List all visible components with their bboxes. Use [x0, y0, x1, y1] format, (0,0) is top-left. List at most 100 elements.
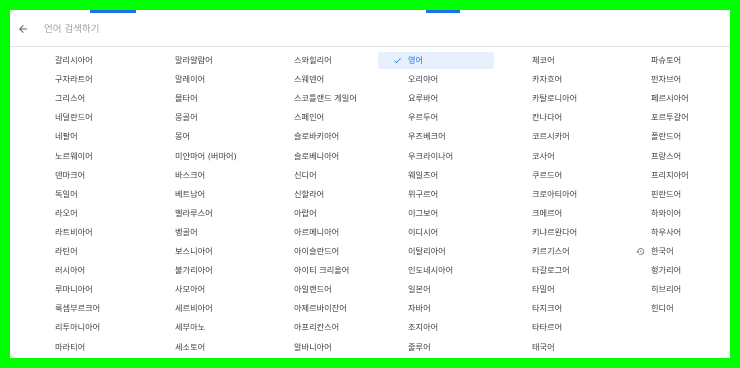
- language-option[interactable]: 타타르어: [502, 319, 618, 336]
- language-option[interactable]: 마라티어: [25, 339, 141, 356]
- language-option[interactable]: 태국어: [502, 339, 618, 356]
- language-option[interactable]: 신디어: [264, 167, 380, 184]
- language-option[interactable]: 이그보어: [378, 205, 494, 222]
- language-option[interactable]: 스코틀랜드 게일어: [264, 90, 380, 107]
- language-option[interactable]: 노르웨이어: [25, 148, 141, 165]
- language-option[interactable]: 조지아어: [378, 319, 494, 336]
- language-option[interactable]: 파슈토어: [621, 52, 730, 69]
- language-option[interactable]: 신할라어: [264, 186, 380, 203]
- language-option[interactable]: 웨일즈어: [378, 167, 494, 184]
- language-option[interactable]: 프리지아어: [621, 167, 730, 184]
- language-option[interactable]: 체코어: [502, 52, 618, 69]
- language-option[interactable]: 페르시아어: [621, 90, 730, 107]
- language-option[interactable]: 슬로베니아어: [264, 148, 380, 165]
- language-option[interactable]: 프랑스어: [621, 148, 730, 165]
- language-option[interactable]: 키르기스어: [502, 243, 618, 260]
- language-option[interactable]: 줄루어: [378, 339, 494, 356]
- language-option[interactable]: 쿠르드어: [502, 167, 618, 184]
- check-icon: [394, 58, 401, 64]
- language-option[interactable]: 타밀어: [502, 281, 618, 298]
- language-option[interactable]: 아이슬란드어: [264, 243, 380, 260]
- language-label: 핀란드어: [651, 188, 682, 199]
- language-option[interactable]: 우르두어: [378, 109, 494, 126]
- language-option[interactable]: 세부아노: [145, 319, 261, 336]
- language-option[interactable]: 스페인어: [264, 109, 380, 126]
- language-option[interactable]: 아일랜드어: [264, 281, 380, 298]
- language-option[interactable]: 위구르어: [378, 186, 494, 203]
- language-option[interactable]: 바스크어: [145, 167, 261, 184]
- language-option[interactable]: 루마니아어: [25, 281, 141, 298]
- language-option[interactable]: 갈리시아어: [25, 52, 141, 69]
- language-option[interactable]: 카자흐어: [502, 71, 618, 88]
- language-option[interactable]: 자바어: [378, 300, 494, 317]
- language-option[interactable]: 몰타어: [145, 90, 261, 107]
- language-label: 이디시어: [408, 226, 439, 237]
- language-option[interactable]: 벨라루스어: [145, 205, 261, 222]
- language-option[interactable]: 크메르어: [502, 205, 618, 222]
- language-option[interactable]: 스와힐리어: [264, 52, 380, 69]
- language-option[interactable]: 힌디어: [621, 300, 730, 317]
- language-option[interactable]: 러시아어: [25, 262, 141, 279]
- language-option[interactable]: 아랍어: [264, 205, 380, 222]
- language-option[interactable]: 포르투갈어: [621, 109, 730, 126]
- language-option-selected[interactable]: 영어: [378, 52, 494, 69]
- language-option[interactable]: 이디시어: [378, 224, 494, 241]
- language-option[interactable]: 요루바어: [378, 90, 494, 107]
- back-button[interactable]: [12, 18, 34, 40]
- language-option[interactable]: 라오어: [25, 205, 141, 222]
- language-option[interactable]: 말레이어: [145, 71, 261, 88]
- language-option[interactable]: 사모아어: [145, 281, 261, 298]
- language-option[interactable]: 우크라이나어: [378, 148, 494, 165]
- language-search-input[interactable]: [44, 20, 444, 38]
- language-option[interactable]: 알바니아어: [264, 339, 380, 356]
- language-option[interactable]: 덴마크어: [25, 167, 141, 184]
- language-option[interactable]: 아프리칸스어: [264, 319, 380, 336]
- language-option[interactable]: 베트남어: [145, 186, 261, 203]
- language-option[interactable]: 일본어: [378, 281, 494, 298]
- language-option[interactable]: 우즈베크어: [378, 128, 494, 145]
- language-option[interactable]: 폴란드어: [621, 128, 730, 145]
- language-option[interactable]: 스웨덴어: [264, 71, 380, 88]
- language-option[interactable]: 몽골어: [145, 109, 261, 126]
- language-option[interactable]: 룩셈부르크어: [25, 300, 141, 317]
- language-option[interactable]: 슬로바키아어: [264, 128, 380, 145]
- language-option[interactable]: 라틴어: [25, 243, 141, 260]
- language-option[interactable]: 헝가리어: [621, 262, 730, 279]
- language-option[interactable]: 펀자브어: [621, 71, 730, 88]
- language-option[interactable]: 리투아니아어: [25, 319, 141, 336]
- language-option[interactable]: 카탈로니아어: [502, 90, 618, 107]
- language-option[interactable]: 타지크어: [502, 300, 618, 317]
- language-option[interactable]: 오리야어: [378, 71, 494, 88]
- language-option[interactable]: 미얀마어 (버마어): [145, 148, 261, 165]
- language-label: 신디어: [294, 169, 317, 180]
- language-option[interactable]: 세소토어: [145, 339, 261, 356]
- language-option[interactable]: 코사어: [502, 148, 618, 165]
- language-option[interactable]: 코르시카어: [502, 128, 618, 145]
- language-option[interactable]: 그리스어: [25, 90, 141, 107]
- language-option[interactable]: 라트비아어: [25, 224, 141, 241]
- language-option[interactable]: 핀란드어: [621, 186, 730, 203]
- language-option[interactable]: 말라얄람어: [145, 52, 261, 69]
- language-option[interactable]: 아제르바이잔어: [264, 300, 380, 317]
- language-option[interactable]: 한국어: [621, 243, 730, 260]
- language-option[interactable]: 타갈로그어: [502, 262, 618, 279]
- language-option[interactable]: 아이티 크리올어: [264, 262, 380, 279]
- language-option[interactable]: 불가리아어: [145, 262, 261, 279]
- language-option[interactable]: 독일어: [25, 186, 141, 203]
- language-option[interactable]: 인도네시아어: [378, 262, 494, 279]
- language-option[interactable]: 세르비아어: [145, 300, 261, 317]
- language-option[interactable]: 아르메니아어: [264, 224, 380, 241]
- language-option[interactable]: 네덜란드어: [25, 109, 141, 126]
- language-option[interactable]: 구자라트어: [25, 71, 141, 88]
- language-option[interactable]: 하와이어: [621, 205, 730, 222]
- language-option[interactable]: 벵골어: [145, 224, 261, 241]
- language-option[interactable]: 히브리어: [621, 281, 730, 298]
- language-option[interactable]: 보스니아어: [145, 243, 261, 260]
- language-option[interactable]: 크로아티아어: [502, 186, 618, 203]
- language-option[interactable]: 이탈리아어: [378, 243, 494, 260]
- language-option[interactable]: 칸나다어: [502, 109, 618, 126]
- language-option[interactable]: 하우사어: [621, 224, 730, 241]
- language-option[interactable]: 키냐르완다어: [502, 224, 618, 241]
- language-option[interactable]: 몽어: [145, 128, 261, 145]
- language-option[interactable]: 네팔어: [25, 128, 141, 145]
